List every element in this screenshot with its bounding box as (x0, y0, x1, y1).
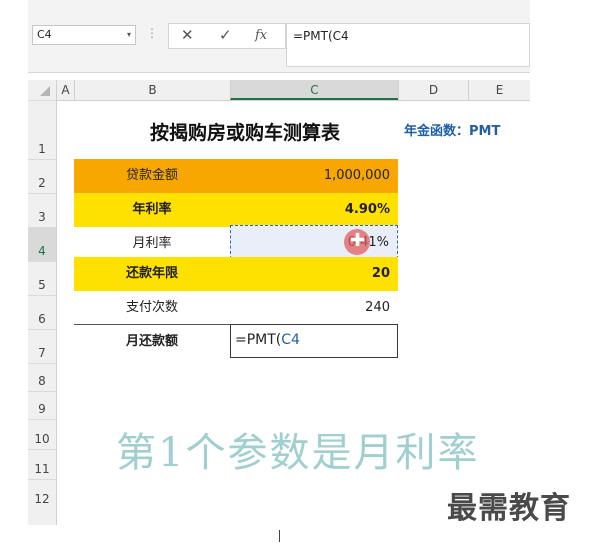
text-caret (279, 530, 280, 542)
row-header-4[interactable]: 4 (28, 227, 56, 261)
cell-cursor-icon: ✚ (350, 230, 366, 251)
drag-handle-icon[interactable]: ⋮ (146, 26, 158, 40)
formula-buttons: ✕ ✓ fx (168, 23, 286, 49)
formula-bar: C4 ▾ ⋮ ✕ ✓ fx =PMT(C4 (28, 0, 530, 73)
row-header-6[interactable]: 6 (28, 295, 56, 329)
cell-c5[interactable]: 20 (230, 257, 398, 291)
select-all-button[interactable] (28, 80, 56, 100)
chevron-down-icon[interactable]: ▾ (127, 26, 131, 44)
row-header-12[interactable]: 12 (28, 479, 56, 509)
watermark: 最需教育 (447, 491, 571, 526)
insert-function-icon[interactable]: fx (255, 28, 267, 43)
row-header-10[interactable]: 10 (28, 419, 56, 449)
cell-b3[interactable]: 年利率 (74, 193, 230, 227)
column-headers: A B C D E (28, 80, 530, 101)
formula-input[interactable]: =PMT(C4 (286, 23, 530, 67)
row-header-1[interactable]: 1 (28, 100, 56, 159)
cell-c7-editing[interactable]: =PMT(C4 (230, 324, 398, 358)
cell-c6[interactable]: 240 (230, 291, 398, 325)
spreadsheet-app: C4 ▾ ⋮ ✕ ✓ fx =PMT(C4 A B C D E 1 2 3 4 … (28, 0, 530, 525)
cell-b5[interactable]: 还款年限 (74, 257, 230, 291)
cell-c4[interactable]: 0.41% (230, 225, 398, 259)
name-box-value: C4 (37, 28, 52, 41)
sheet-title: 按揭购房或购车测算表 (149, 122, 340, 144)
cell-c3[interactable]: 4.90% (230, 193, 398, 227)
row-header-5[interactable]: 5 (28, 261, 56, 295)
column-header-b[interactable]: B (74, 80, 230, 100)
enter-icon[interactable]: ✓ (219, 26, 232, 44)
cell-b7[interactable]: 月还款额 (74, 325, 230, 359)
row-header-9[interactable]: 9 (28, 391, 56, 419)
name-box[interactable]: C4 ▾ (32, 25, 136, 45)
row-header-7[interactable]: 7 (28, 329, 56, 363)
formula-text: =PMT( (235, 332, 282, 348)
caption-overlay: 第1个参数是月利率 (116, 430, 480, 476)
row-header-2[interactable]: 2 (28, 159, 56, 193)
row-headers: 1 2 3 4 5 6 7 8 9 10 11 12 (28, 100, 57, 525)
cell-b2[interactable]: 贷款金额 (74, 159, 230, 193)
cell-c2[interactable]: 1,000,000 (230, 159, 398, 193)
column-header-d[interactable]: D (398, 80, 468, 100)
pmt-note: 年金函数：PMT (404, 124, 501, 139)
column-header-e[interactable]: E (468, 80, 530, 100)
cell-b4[interactable]: 月利率 (74, 227, 230, 261)
row-header-3[interactable]: 3 (28, 193, 56, 227)
row-header-11[interactable]: 11 (28, 449, 56, 479)
column-header-a[interactable]: A (56, 80, 74, 100)
formula-reference: C4 (281, 332, 300, 348)
cell-b6[interactable]: 支付次数 (74, 291, 230, 325)
row-header-8[interactable]: 8 (28, 363, 56, 391)
cancel-icon[interactable]: ✕ (181, 26, 194, 44)
column-header-c[interactable]: C (230, 80, 398, 100)
